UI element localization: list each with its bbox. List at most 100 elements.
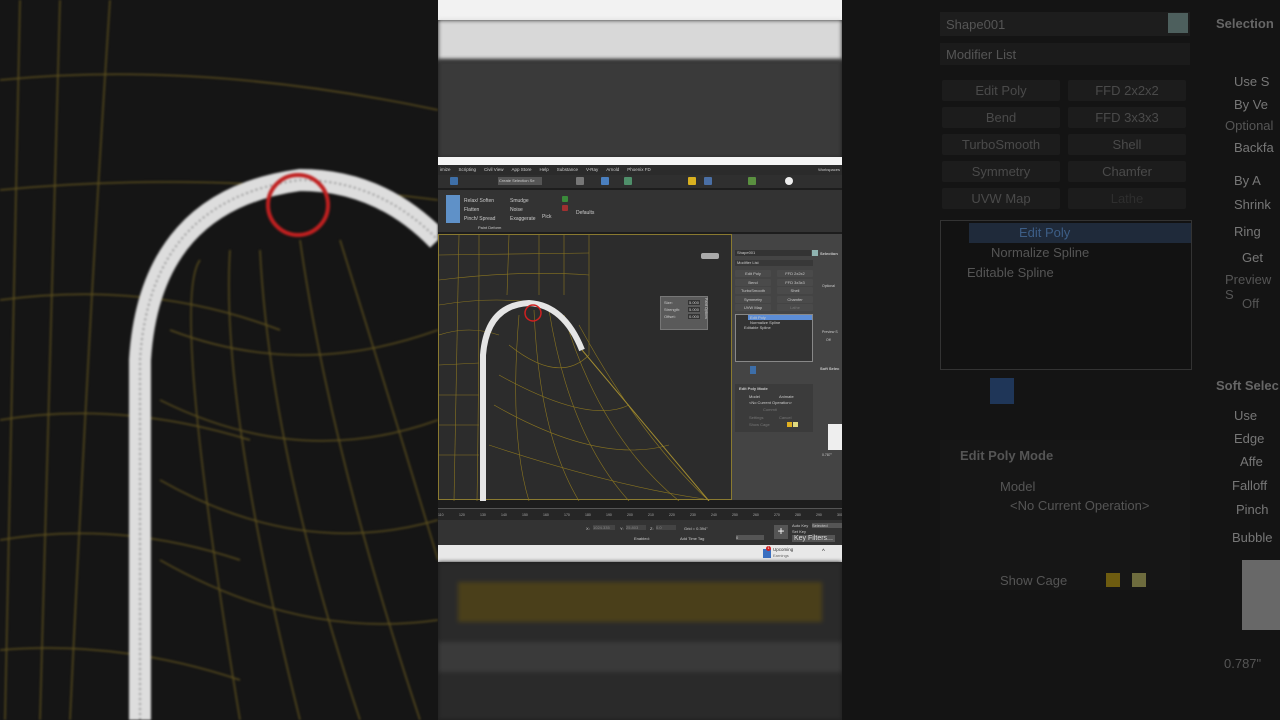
flatten-tool[interactable]: Flatten [464, 207, 479, 213]
modifier-button[interactable]: FFD 3x3x3 [777, 278, 813, 286]
menu-item[interactable]: V-Ray [586, 167, 598, 173]
use-soft-selection-checkbox[interactable]: Use [1234, 408, 1257, 423]
menu-item[interactable]: Help [539, 167, 548, 173]
cancel-button[interactable]: Cancel [779, 415, 791, 420]
backface-button[interactable]: Backfa [1234, 140, 1274, 155]
cage-color-1[interactable] [787, 422, 792, 427]
menu-item[interactable]: Scripting [459, 167, 477, 173]
falloff-value: 0.787" [822, 453, 833, 457]
menu-item[interactable]: Civil View [484, 167, 503, 173]
cancel-icon[interactable] [562, 205, 568, 211]
z-coordinate-field[interactable]: 0.0 [656, 525, 676, 530]
add-time-tag[interactable]: Add Time Tag [680, 536, 704, 541]
menu-item[interactable]: App Store [511, 167, 531, 173]
menu-item[interactable]: Arnold [606, 167, 619, 173]
y-coordinate-field[interactable]: 25.803 [626, 525, 646, 530]
accept-icon[interactable] [562, 196, 568, 202]
x-coordinate-field[interactable]: 1024.335 [593, 525, 615, 530]
stack-item-editable-spline[interactable]: Editable Spline [736, 325, 812, 330]
modifier-button[interactable]: FFD 2x2x2 [777, 270, 813, 277]
pick-button[interactable]: Pick [542, 214, 551, 220]
menu-item[interactable]: imize [440, 167, 451, 173]
commit-button[interactable]: Commit [763, 407, 777, 412]
timeline-ruler[interactable]: 110 120 130 140 150 160 170 180 190 200 210 220 230 2… [438, 508, 842, 520]
modifier-button[interactable]: Lathe [777, 304, 813, 311]
stack-item-zoom: Edit Poly [969, 223, 1191, 243]
menu-item[interactable]: Phoenix FD [627, 167, 651, 173]
timeline-tick-label: 270 [774, 513, 780, 517]
auto-key-button[interactable]: Auto Key [792, 523, 808, 528]
paint-option-row: Strength: 5.000 [664, 307, 700, 312]
model-radio[interactable]: Model [749, 394, 760, 399]
pin-stack-zoom [990, 378, 1014, 404]
layer-icon[interactable] [576, 177, 584, 185]
add-key-button[interactable]: + [774, 525, 788, 539]
y-label: Y: [620, 526, 624, 531]
animate-radio[interactable]: Animate [779, 394, 794, 399]
modifier-button[interactable]: UVW Map [735, 304, 771, 311]
bubble-label: Bubble [1232, 530, 1273, 545]
set-key-button[interactable]: Set Key [792, 529, 806, 534]
noise-tool[interactable]: Noise [510, 207, 523, 213]
modifier-button[interactable]: Shell [777, 287, 813, 294]
paint-deform-group-label: Paint Deform [478, 225, 502, 230]
modifier-button[interactable]: Bend [735, 278, 771, 286]
paint-option-spinner[interactable]: 5.000 [687, 307, 700, 312]
soft-selection-rollout-title[interactable]: Soft Selec [820, 366, 839, 371]
show-cage-checkbox[interactable]: Show Cage [749, 422, 770, 427]
workspaces-label[interactable]: Workspaces [818, 167, 840, 172]
viewport-icon[interactable] [704, 177, 712, 185]
defaults-button[interactable]: Defaults [576, 210, 594, 216]
paint-option-row: Size: 5.000 [664, 300, 700, 305]
timeline-tick-label: 120 [459, 513, 465, 517]
smudge-tool[interactable]: Smudge [510, 198, 529, 204]
blurred-bottom-reflection [438, 562, 842, 720]
get-stack-selection-button[interactable]: Get [1242, 250, 1263, 265]
exaggerate-tool[interactable]: Exaggerate [510, 216, 536, 222]
menu-item[interactable]: Substance [557, 167, 578, 173]
x-label: X: [586, 526, 590, 531]
paint-option-spinner[interactable]: 0.000 [687, 314, 700, 319]
select-tool-icon[interactable] [450, 177, 458, 185]
timeline-tick-label: 290 [816, 513, 822, 517]
plugin-icon[interactable] [748, 177, 756, 185]
key-set-dropdown[interactable]: Selected [812, 523, 842, 528]
render-setup-icon[interactable] [601, 177, 609, 185]
selection-rollout-title[interactable]: Selection [820, 251, 838, 256]
widget-title[interactable]: Upcoming [773, 547, 793, 552]
paint-option-spinner[interactable]: 5.000 [687, 300, 700, 305]
modifier-button[interactable]: Edit Poly [735, 270, 771, 277]
use-stack-selection-checkbox[interactable]: Use S [1234, 74, 1269, 89]
viewport[interactable] [438, 234, 732, 502]
cage-color-2[interactable] [793, 422, 798, 427]
edge-distance-checkbox[interactable]: Edge [1234, 431, 1264, 446]
warning-icon[interactable] [688, 177, 696, 185]
modifier-list-dropdown[interactable]: Modifier List [735, 260, 813, 266]
by-vertex-checkbox[interactable]: By Ve [1234, 97, 1268, 112]
relax-soften-tool[interactable]: Relax/ Soften [464, 198, 494, 204]
preview-off-radio[interactable]: Off [826, 338, 831, 342]
by-angle-checkbox[interactable]: By A [1234, 173, 1261, 188]
chevron-up-icon[interactable]: ^ [822, 549, 825, 555]
paint-deform-button[interactable] [446, 195, 460, 223]
pinch-spread-tool[interactable]: Pinch/ Spread [464, 216, 495, 222]
stack-item-zoom: Editable Spline [967, 265, 1054, 280]
object-name-field[interactable]: Shape001 [735, 250, 811, 256]
optional-label-zoom: Optional [1225, 118, 1274, 133]
undo-icon[interactable] [785, 177, 793, 185]
object-color-swatch[interactable] [812, 250, 818, 256]
current-frame-field[interactable]: 0 [736, 535, 764, 540]
selection-set-dropdown[interactable]: Create Selection Se [498, 177, 542, 185]
pin-stack-icon[interactable] [750, 366, 756, 374]
modifier-button[interactable]: Chamfer [777, 295, 813, 303]
settings-button[interactable]: Settings [749, 415, 763, 420]
shrink-button[interactable]: Shrink [1234, 197, 1271, 212]
schematic-icon[interactable] [624, 177, 632, 185]
ring-button[interactable]: Ring [1234, 224, 1261, 239]
modifier-button[interactable]: Symmetry [735, 295, 771, 303]
key-filters-button[interactable]: Key Filters... [792, 535, 835, 542]
time-tag-enabled[interactable]: Enabled: [634, 536, 650, 541]
modifier-button[interactable]: TurboSmooth [735, 287, 771, 294]
affect-backfacing-checkbox[interactable]: Affe [1240, 454, 1263, 469]
optional-label: Optional [822, 284, 836, 288]
